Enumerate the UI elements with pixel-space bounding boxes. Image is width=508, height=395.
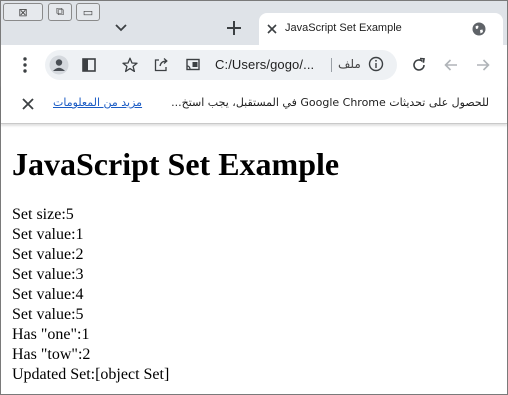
update-infobar: مزيد من المعلومات للحصول على تحديثات Goo… (1, 85, 507, 124)
plus-icon (227, 21, 241, 35)
output-lines: Set size:5 Set value:1 Set value:2 Set v… (12, 205, 502, 385)
back-button[interactable] (441, 55, 461, 75)
side-panel-icon (82, 58, 96, 72)
browser-window: ⊠ ⧉ ▭ JavaScript Set Example C:/Users/go… (0, 0, 508, 395)
cast-icon (186, 58, 200, 71)
output-line: Set size:5 (12, 206, 74, 223)
output-line: Set value:3 (12, 266, 84, 283)
omnibox-separator (331, 58, 332, 72)
bookmark-star-icon (122, 57, 138, 73)
back-icon (444, 59, 457, 71)
menu-dots-icon (23, 57, 27, 73)
active-tab[interactable]: JavaScript Set Example (259, 13, 503, 45)
infobar-message: للحصول على تحديثات Google Chrome في المس… (171, 96, 489, 109)
url-text[interactable]: C:/Users/gogo/... (215, 57, 314, 72)
chevron-down-icon (115, 24, 127, 32)
share-icon (154, 58, 168, 72)
window-minimize-icon: ▭ (82, 5, 94, 19)
info-icon[interactable] (368, 56, 384, 72)
bookmark-button[interactable] (120, 55, 140, 75)
tab-close-button[interactable] (265, 22, 279, 36)
reload-button[interactable] (409, 55, 429, 75)
output-line: Has "one":1 (12, 326, 90, 343)
cast-button[interactable] (183, 55, 203, 75)
file-scheme-label: ملف (338, 57, 361, 71)
window-close-icon: ⊠ (18, 5, 28, 19)
globe-icon (472, 22, 486, 36)
menu-button[interactable] (15, 55, 35, 75)
omnibox[interactable]: C:/Users/gogo/... ملف (45, 50, 397, 80)
close-icon (267, 24, 277, 34)
infobar-close-icon[interactable] (21, 97, 35, 111)
learn-more-link[interactable]: مزيد من المعلومات (53, 96, 142, 109)
tab-search-button[interactable] (111, 18, 131, 38)
page-content: JavaScript Set Example Set size:5 Set va… (12, 141, 502, 385)
window-maximize-icon: ⧉ (56, 5, 64, 18)
output-line: Set value:5 (12, 306, 84, 323)
forward-icon (477, 59, 490, 71)
side-panel-button[interactable] (79, 55, 99, 75)
tab-title: JavaScript Set Example (285, 22, 402, 34)
profile-icon (49, 55, 69, 75)
output-line: Has "tow":2 (12, 346, 91, 363)
toolbar: C:/Users/gogo/... ملف (1, 45, 507, 85)
window-maximize-button[interactable]: ⧉ (48, 3, 72, 21)
window-minimize-button[interactable]: ▭ (76, 3, 100, 21)
window-close-button[interactable]: ⊠ (3, 3, 43, 21)
new-tab-button[interactable] (223, 17, 245, 39)
profile-button[interactable] (49, 55, 69, 75)
output-line: Set value:1 (12, 226, 84, 243)
forward-button[interactable] (473, 55, 493, 75)
output-line: Updated Set:[object Set] (12, 366, 170, 383)
tab-strip: ⊠ ⧉ ▭ JavaScript Set Example (1, 1, 507, 45)
output-line: Set value:2 (12, 246, 84, 263)
share-button[interactable] (151, 55, 171, 75)
output-line: Set value:4 (12, 286, 84, 303)
reload-icon (413, 57, 425, 71)
page-heading: JavaScript Set Example (12, 146, 340, 182)
